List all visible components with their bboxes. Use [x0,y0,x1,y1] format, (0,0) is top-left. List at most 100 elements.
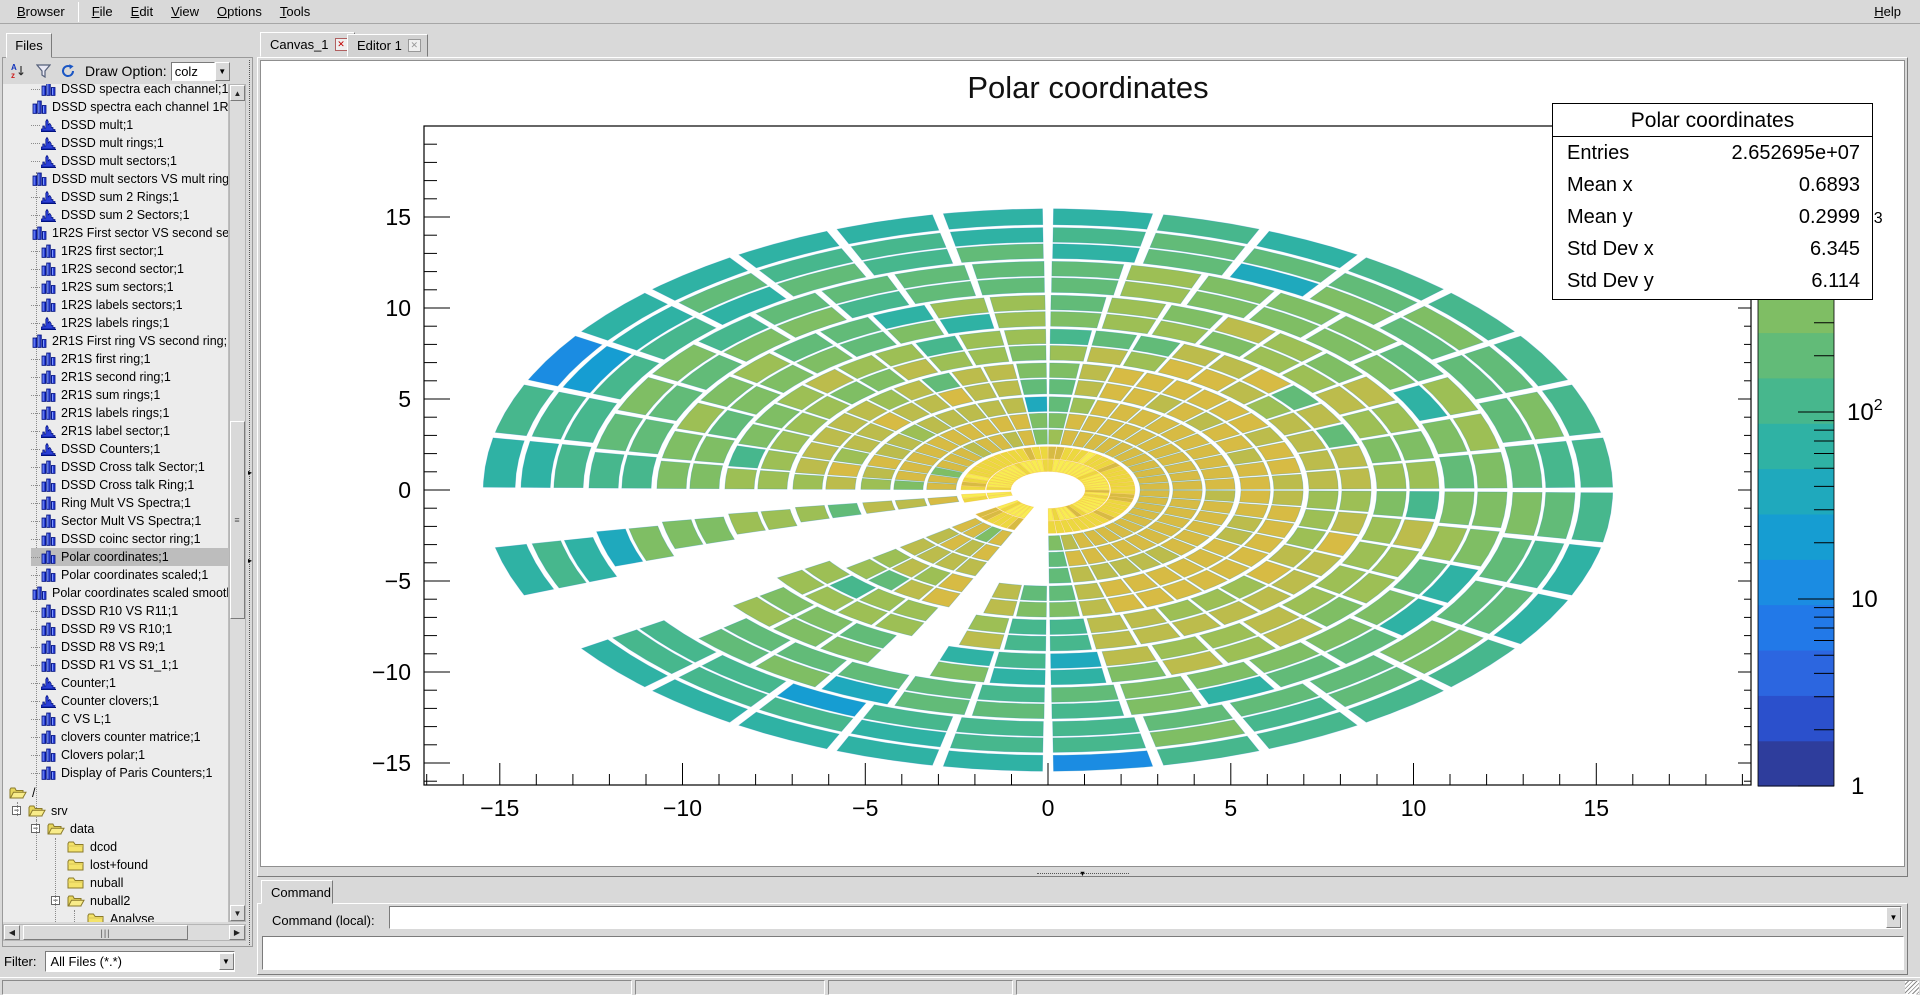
tree-leader [31,521,40,522]
tree-item[interactable]: 2R1S sum rings;1 [31,386,229,404]
tree-item[interactable]: 1R2S second sector;1 [31,260,229,278]
tree-item[interactable]: 2R1S first ring;1 [31,350,229,368]
tree-item[interactable]: 2R1S First ring VS second ring;1 [31,332,229,350]
tree-leader [31,89,40,90]
tree-item[interactable]: DSSD spectra each channel;1 [31,84,229,98]
command-arrow-icon[interactable]: ▼ [1886,907,1901,928]
tree-item[interactable]: Clovers polar;1 [31,746,229,764]
resize-grip-icon[interactable] [1905,981,1919,994]
scroll-down-button[interactable]: ▼ [230,905,245,921]
tree-item[interactable]: DSSD Counters;1 [31,440,229,458]
command-input[interactable] [390,907,1886,928]
refresh-icon[interactable] [57,61,79,81]
tree-item[interactable]: DSSD sum 2 Sectors;1 [31,206,229,224]
tree-item[interactable]: 2R1S labels rings;1 [31,404,229,422]
tree-item[interactable]: DSSD R10 VS R11;1 [31,602,229,620]
tree-item[interactable]: DSSD Cross talk Ring;1 [31,476,229,494]
tree-item[interactable]: Polar coordinates scaled smooth;1 [31,584,229,602]
tab-command[interactable]: Command [261,880,333,904]
splitter-collapse-icon[interactable]: ▸ [248,556,252,565]
folder-item[interactable]: data [47,820,94,838]
menu-edit[interactable]: Edit [122,2,162,21]
tree-item[interactable]: DSSD Cross talk Sector;1 [31,458,229,476]
close-tab-icon[interactable]: ✕ [335,38,348,51]
menu-view[interactable]: View [162,2,208,21]
menu-tools[interactable]: Tools [271,2,319,21]
folder-item[interactable]: lost+found [67,856,148,874]
filter-arrow-icon[interactable]: ▼ [219,953,234,970]
tree-item[interactable]: DSSD R9 VS R10;1 [31,620,229,638]
draw-option-arrow-icon[interactable]: ▼ [215,62,230,81]
histogram-2d-icon [41,748,57,762]
command-combo[interactable]: ▼ [389,906,1902,929]
tree-item[interactable]: Polar coordinates scaled;1 [31,566,229,584]
histogram-2d-icon [41,84,57,96]
histogram-2d-icon [41,712,57,726]
tree-item[interactable]: 1R2S labels rings;1 [31,314,229,332]
tree-vscrollbar[interactable]: ▲ ≡ ▼ [229,84,246,922]
splitter-collapse-icon[interactable]: ▾ [1080,869,1084,878]
tree-item[interactable]: Counter clovers;1 [31,692,229,710]
tree-item[interactable]: DSSD sum 2 Rings;1 [31,188,229,206]
tree-item[interactable]: 1R2S First sector VS second sector;1 [31,224,229,242]
hscrollbar-thumb[interactable]: ||| [23,925,188,940]
tree-item-label: 2R1S second ring;1 [61,370,171,384]
tree-item[interactable]: Display of Paris Counters;1 [31,764,229,782]
draw-option-select[interactable]: colz [171,62,215,81]
tree-leader [31,611,40,612]
histogram-2d-icon [32,172,48,186]
tab-editor-1[interactable]: Editor 1✕ [347,34,428,57]
scroll-up-button[interactable]: ▲ [230,85,245,101]
tree-item[interactable]: DSSD mult sectors VS mult rings;1 [31,170,229,188]
stats-box[interactable]: Polar coordinates Entries2.652695e+07Mea… [1552,103,1873,300]
tree-item[interactable]: Counter;1 [31,674,229,692]
folder-item[interactable]: nuball2 [67,892,130,910]
tree-item[interactable]: DSSD mult sectors;1 [31,152,229,170]
tree-item[interactable]: DSSD mult rings;1 [31,134,229,152]
tree-item[interactable]: 2R1S second ring;1 [31,368,229,386]
menu-browser[interactable]: Browser [8,2,74,21]
tree-item-label: DSSD mult sectors;1 [61,154,177,168]
tree-item[interactable]: DSSD R8 VS R9;1 [31,638,229,656]
tree-item[interactable]: DSSD R1 VS S1_1;1 [31,656,229,674]
tree-leader [31,269,40,270]
folder-item[interactable]: / [9,784,35,802]
tab-canvas-1[interactable]: Canvas_1✕ [260,32,355,57]
tree-item[interactable]: Sector Mult VS Spectra;1 [31,512,229,530]
sidebar-splitter[interactable]: ▸ ▸ [249,60,253,945]
tree-hscrollbar[interactable]: ◀ ||| ▶ [3,924,246,941]
scroll-right-button[interactable]: ▶ [229,925,245,940]
tree-item[interactable]: Polar coordinates;1 [31,548,229,566]
menu-options[interactable]: Options [208,2,271,21]
tree-item[interactable]: 2R1S label sector;1 [31,422,229,440]
folder-item[interactable]: nuball [67,874,123,892]
stats-title: Polar coordinates [1553,104,1872,137]
tree-item[interactable]: clovers counter matrice;1 [31,728,229,746]
tree-item[interactable]: 1R2S labels sectors;1 [31,296,229,314]
folder-item[interactable]: srv [28,802,68,820]
close-tab-icon[interactable]: ✕ [408,39,421,52]
tree-item-label: DSSD spectra each channel 1R1S;1 [52,100,229,114]
folder-closed-icon [67,876,86,890]
canvas-command-splitter[interactable]: ▾ ▾ [257,869,1908,877]
tree-item[interactable]: DSSD coinc sector ring;1 [31,530,229,548]
tree-item[interactable]: Ring Mult VS Spectra;1 [31,494,229,512]
tree-item[interactable]: DSSD spectra each channel 1R1S;1 [31,98,229,116]
menu-file[interactable]: File [83,2,122,21]
tree-item[interactable]: 1R2S first sector;1 [31,242,229,260]
funnel-filter-icon[interactable] [32,61,54,81]
menu-help[interactable]: Help [1865,2,1910,21]
tree-item[interactable]: DSSD mult;1 [31,116,229,134]
folder-item[interactable]: Analyse [87,910,154,922]
splitter-collapse-icon[interactable]: ▸ [248,468,252,477]
az-sort-icon[interactable]: A z [7,61,29,81]
filter-select[interactable]: All Files (*.*) ▼ [45,951,235,972]
tree-item[interactable]: C VS L;1 [31,710,229,728]
tab-files[interactable]: Files [6,33,52,58]
vscrollbar-thumb[interactable]: ≡ [230,421,245,619]
tree-item-label: Clovers polar;1 [61,748,145,762]
scroll-left-button[interactable]: ◀ [4,925,20,940]
tree-item[interactable]: 1R2S sum sectors;1 [31,278,229,296]
folder-item[interactable]: dcod [67,838,117,856]
tree-item-label: Counter clovers;1 [61,694,159,708]
